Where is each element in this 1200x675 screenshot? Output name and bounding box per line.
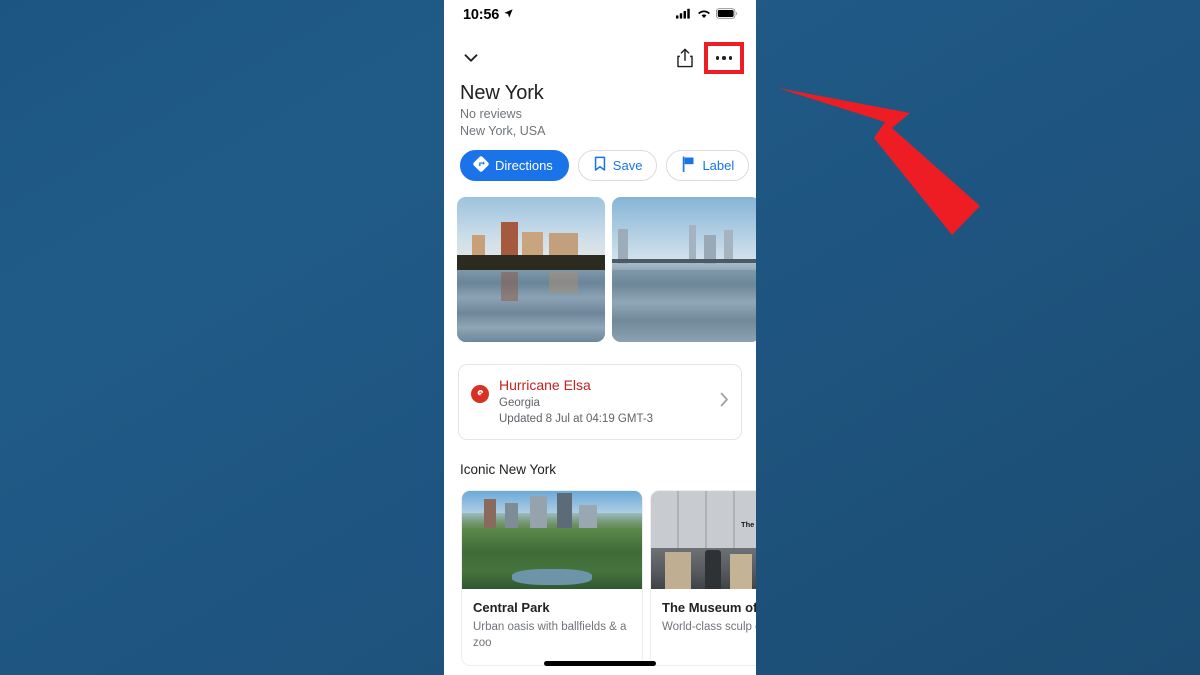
alert-title: Hurricane Elsa [499,377,591,393]
alert-body: Hurricane Elsa Georgia Updated 8 Jul at … [499,376,710,427]
photo-building [557,492,572,531]
photo-museum-sign: The Museum o' Mo [741,520,756,530]
more-options-icon[interactable] [715,56,733,60]
brooklyn-bridge-photo[interactable] [612,197,756,342]
photo-sky [612,197,756,263]
photo-treeline [457,255,605,270]
photo-pond [512,569,592,585]
list-item[interactable]: Central Park Urban oasis with ballfields… [461,490,643,666]
list-item[interactable]: The Museum o' Mo The Museum of Art World… [650,490,756,666]
central-park-reservoir-photo[interactable] [457,197,605,342]
phone-screen: 10:56 New York No reviews New York, USA … [444,0,756,675]
status-bar-indicators [676,6,738,24]
central-park-photo [462,491,642,589]
save-button[interactable]: Save [577,150,658,181]
sheet-header [444,30,756,74]
cellular-signal-icon [676,6,692,24]
photo-building [530,495,547,531]
place-reviews: No reviews [460,107,522,121]
section-title: Iconic New York [460,462,557,477]
more-options-highlight [704,42,744,74]
status-bar-time-group: 10:56 [463,7,514,23]
directions-label: Directions [495,158,553,173]
place-location: New York, USA [460,123,546,138]
chevron-down-icon[interactable] [460,47,482,69]
photo-person [705,549,722,589]
action-chip-row: Directions Save Label [444,139,756,181]
photo-reflection [501,272,518,302]
place-title-block: New York No reviews New York, USA [444,74,756,139]
photo-skyscraper [688,224,697,264]
status-bar: 10:56 [444,0,756,30]
photo-door [730,553,752,589]
photo-reflection [548,272,579,293]
chevron-right-icon[interactable] [720,392,729,411]
directions-button[interactable]: Directions [460,150,569,181]
label-button[interactable]: Label [666,150,750,181]
wifi-icon [697,6,711,24]
header-actions [672,42,744,74]
photo-bridge-deck [612,259,756,264]
photo-strip [444,181,756,342]
photo-building [501,221,518,260]
photo-water [457,269,605,342]
battery-full-icon [716,6,738,24]
save-label: Save [612,158,643,173]
share-icon[interactable] [672,45,698,71]
list-item-text: The Museum of Art World-class sculp desi… [651,589,756,649]
iconic-card-row: Central Park Urban oasis with ballfields… [444,477,756,666]
photo-door [665,551,691,589]
museum-of-modern-art-photo: The Museum o' Mo [651,491,756,589]
flag-icon [681,156,696,175]
photo-water [612,269,756,342]
poi-description: World-class sculp design [662,621,756,633]
list-item-text: Central Park Urban oasis with ballfields… [462,589,642,665]
poi-name: The Museum of Art [662,600,756,615]
hurricane-alert-card[interactable]: Hurricane Elsa Georgia Updated 8 Jul at … [458,364,742,440]
location-arrow-icon [503,7,514,23]
home-indicator-bar [544,661,656,666]
poi-description: Urban oasis with ballfields & a zoo [473,621,627,649]
status-bar-time: 10:56 [463,7,500,23]
annotation-arrow [770,80,980,250]
label-label: Label [702,158,735,173]
photo-building [579,504,597,531]
photo-building [505,502,518,531]
hurricane-icon [471,384,489,403]
poi-name: Central Park [473,600,550,615]
page-title: New York [460,82,544,104]
alert-region: Georgia [499,397,540,409]
photo-building [483,498,497,529]
alert-updated: Updated 8 Jul at 04:19 GMT-3 [499,413,654,425]
bookmark-icon [593,156,607,175]
directions-icon [473,156,489,175]
